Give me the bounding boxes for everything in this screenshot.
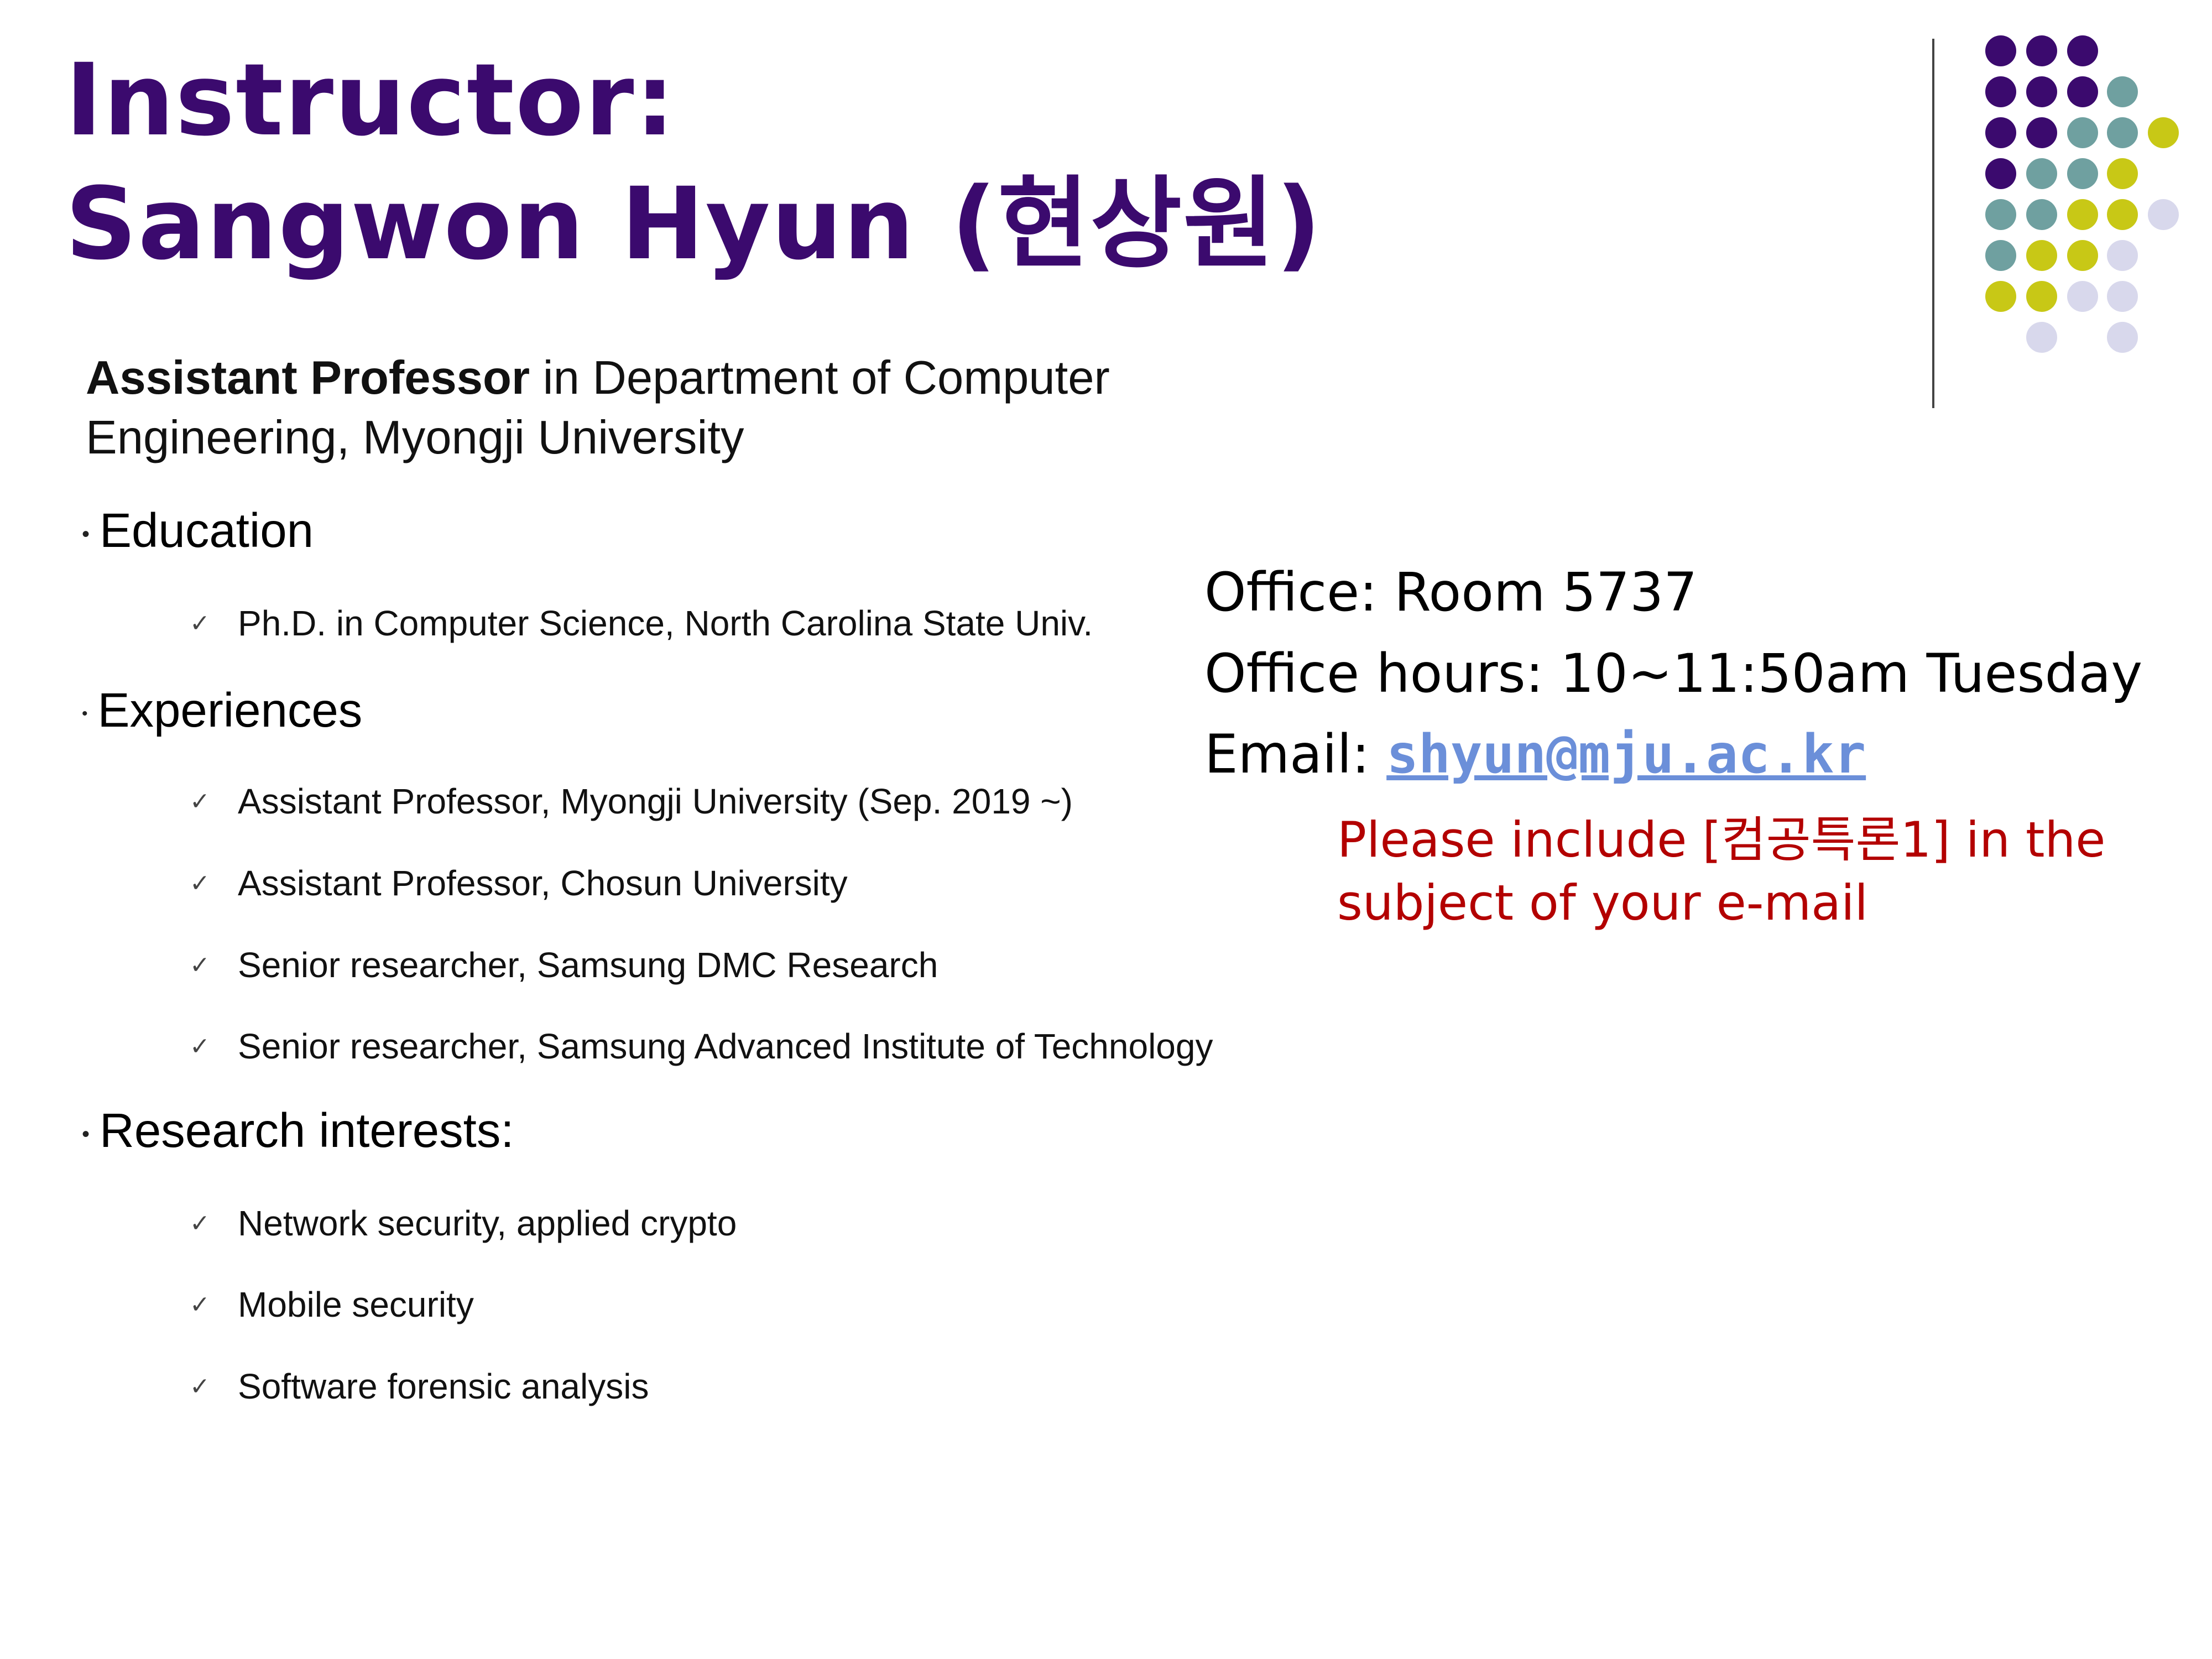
bullet-icon: • — [82, 521, 90, 546]
decorative-dot — [2026, 117, 2057, 148]
decorative-dot — [2107, 240, 2138, 271]
decorative-dot — [2026, 240, 2057, 271]
decorative-dot — [1985, 199, 2016, 230]
list-item-text: Ph.D. in Computer Science, North Carolin… — [238, 603, 1093, 643]
section-heading: Experiences — [97, 684, 363, 737]
decorative-dot — [2107, 76, 2138, 107]
decorative-dot — [2026, 199, 2057, 230]
office-hours: Office hours: 10~11:50am Tuesday — [1204, 643, 2143, 705]
section-research-interests: • Research interests: — [82, 1103, 514, 1159]
checkmark-icon: ✓ — [190, 870, 210, 897]
decorative-dot — [1985, 35, 2016, 66]
list-item-text: Senior researcher, Samsung Advanced Inst… — [238, 1026, 1213, 1066]
section-heading: Research interests: — [100, 1104, 514, 1157]
section-experiences: • Experiences — [82, 683, 362, 738]
decorative-dot — [2067, 281, 2098, 312]
decorative-dot — [2148, 199, 2179, 230]
list-item: ✓ Network security, applied crypto — [190, 1203, 737, 1244]
decorative-dot — [2107, 158, 2138, 189]
bullet-icon: • — [82, 705, 88, 723]
section-education: • Education — [82, 503, 314, 559]
divider-line — [1932, 39, 1934, 408]
office-room: Office: Room 5737 — [1204, 561, 1698, 623]
title-line-2: Sangwon Hyun (현상원) — [65, 166, 1323, 282]
email-line: Email: shyun@mju.ac.kr — [1204, 723, 1866, 785]
decorative-dot — [2067, 199, 2098, 230]
decorative-dot — [2107, 117, 2138, 148]
decorative-dot — [2067, 35, 2098, 66]
bullet-icon: • — [82, 1121, 90, 1146]
decorative-dot — [1985, 117, 2016, 148]
list-item: ✓ Software forensic analysis — [190, 1366, 649, 1407]
decorative-dot — [2107, 322, 2138, 353]
list-item-text: Senior researcher, Samsung DMC Research — [238, 945, 938, 985]
note-line-2: subject of your e-mail — [1337, 874, 1869, 931]
list-item: ✓ Mobile security — [190, 1284, 474, 1325]
list-item-text: Software forensic analysis — [238, 1366, 649, 1406]
list-item: ✓ Senior researcher, Samsung Advanced Ins… — [190, 1026, 1213, 1067]
decorative-dot — [2067, 158, 2098, 189]
list-item-text: Network security, applied crypto — [238, 1203, 737, 1243]
decorative-dot — [2107, 199, 2138, 230]
checkmark-icon: ✓ — [190, 1210, 210, 1237]
checkmark-icon: ✓ — [190, 788, 210, 815]
section-heading: Education — [100, 504, 314, 557]
slide-title: Instructor: Sangwon Hyun (현상원) — [65, 39, 1322, 286]
list-item: ✓ Assistant Professor, Chosun University — [190, 863, 848, 904]
list-item: ✓ Senior researcher, Samsung DMC Research — [190, 945, 938, 985]
title-line-1: Instructor: — [65, 43, 676, 158]
decorative-dot — [2026, 76, 2057, 107]
role-description: Assistant Professor in Department of Com… — [86, 348, 1219, 468]
decorative-dot — [2026, 158, 2057, 189]
decorative-dot — [2067, 76, 2098, 107]
checkmark-icon: ✓ — [190, 610, 210, 637]
decorative-dot — [1985, 240, 2016, 271]
email-subject-note: Please include [컴공특론1] in the subject of… — [1337, 808, 2105, 935]
role-title: Assistant Professor — [86, 352, 530, 404]
decorative-dot — [2148, 117, 2179, 148]
decorative-dot — [2026, 281, 2057, 312]
checkmark-icon: ✓ — [190, 1291, 210, 1318]
note-line-1: Please include [컴공특론1] in the — [1337, 811, 2106, 868]
decorative-dot — [2026, 322, 2057, 353]
email-label: Email: — [1204, 723, 1387, 785]
list-item-text: Mobile security — [238, 1285, 474, 1324]
decorative-dot — [1985, 158, 2016, 189]
checkmark-icon: ✓ — [190, 952, 210, 979]
list-item-text: Assistant Professor, Myongji University … — [238, 781, 1073, 821]
decorative-dot — [2067, 117, 2098, 148]
list-item: ✓ Assistant Professor, Myongji University… — [190, 781, 1073, 822]
list-item-text: Assistant Professor, Chosun University — [238, 863, 848, 903]
checkmark-icon: ✓ — [190, 1373, 210, 1400]
decorative-dot — [2026, 35, 2057, 66]
decorative-dot — [2107, 281, 2138, 312]
decorative-dot — [2067, 240, 2098, 271]
decorative-dot — [1985, 281, 2016, 312]
email-link[interactable]: shyun@mju.ac.kr — [1386, 723, 1866, 785]
checkmark-icon: ✓ — [190, 1033, 210, 1060]
decorative-dot — [1985, 76, 2016, 107]
list-item: ✓ Ph.D. in Computer Science, North Caroli… — [190, 603, 1093, 644]
